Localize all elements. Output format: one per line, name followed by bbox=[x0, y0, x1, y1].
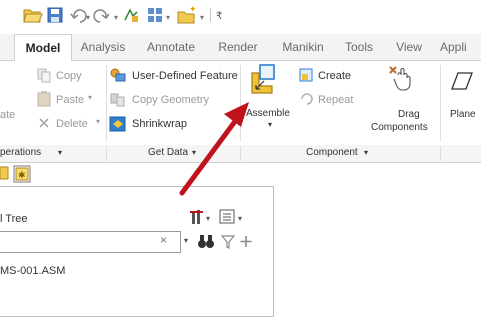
quick-access-icons: ▾ ▾ ▾ ✦ ▾ ₹ bbox=[23, 4, 222, 24]
undo-dropdown-icon[interactable]: ▾ bbox=[86, 13, 90, 22]
search-tools bbox=[198, 235, 252, 249]
save-icon[interactable] bbox=[47, 7, 63, 23]
get-data-dropdown-icon[interactable]: ▾ bbox=[192, 148, 196, 157]
group-divider bbox=[240, 146, 241, 161]
group-divider bbox=[440, 65, 441, 141]
create-icon bbox=[299, 68, 313, 82]
repeat-icon bbox=[301, 93, 313, 105]
tab-render[interactable]: Render bbox=[208, 34, 268, 60]
shrinkwrap-icon bbox=[109, 116, 126, 132]
tab-view[interactable]: View bbox=[386, 34, 432, 60]
paste-dropdown-icon[interactable]: ▾ bbox=[88, 93, 92, 102]
tree-tools-icon[interactable] bbox=[190, 210, 203, 224]
ribbon-panel: Copy Paste ▾ Delete ▾ ate User-Defined F… bbox=[0, 61, 481, 146]
paste-button[interactable]: Paste bbox=[56, 94, 84, 106]
group-divider bbox=[240, 65, 241, 141]
component-group-label[interactable]: Component bbox=[306, 147, 358, 158]
shrinkwrap-button[interactable]: Shrinkwrap bbox=[132, 118, 187, 130]
redo-icon[interactable] bbox=[93, 9, 110, 23]
tab-analysis[interactable]: Analysis bbox=[72, 34, 134, 60]
folder-tab-icon[interactable] bbox=[0, 166, 9, 180]
delete-icon bbox=[39, 118, 49, 128]
customize-qat-icon[interactable]: ₹ bbox=[216, 11, 222, 22]
group-divider bbox=[106, 65, 107, 141]
undo-icon[interactable] bbox=[70, 9, 87, 23]
tab-annotate[interactable]: Annotate bbox=[138, 34, 204, 60]
svg-text:✦: ✦ bbox=[189, 4, 197, 14]
svg-text:✱: ✱ bbox=[18, 170, 26, 180]
model-tree-root-item[interactable]: MS-001.ASM bbox=[0, 265, 65, 277]
new-file-icon[interactable]: ✦ bbox=[177, 4, 197, 24]
regenerate-icon[interactable] bbox=[124, 8, 138, 22]
assemble-icon[interactable] bbox=[248, 63, 292, 103]
operations-group-label[interactable]: perations bbox=[0, 147, 41, 158]
delete-button[interactable]: Delete bbox=[56, 118, 88, 130]
copy-button[interactable]: Copy bbox=[56, 70, 82, 82]
group-divider bbox=[106, 146, 107, 161]
get-data-group-label[interactable]: Get Data bbox=[148, 147, 188, 158]
quick-access-toolbar: ▾ ▾ ▾ ✦ ▾ ₹ bbox=[0, 0, 481, 34]
user-defined-feature-button[interactable]: User-Defined Feature bbox=[132, 70, 238, 82]
plane-icon[interactable] bbox=[446, 69, 474, 93]
model-tree-search-input[interactable] bbox=[0, 231, 181, 253]
delete-dropdown-icon[interactable]: ▾ bbox=[96, 117, 100, 126]
user-defined-feature-icon bbox=[110, 68, 126, 82]
component-small-icons bbox=[299, 68, 313, 105]
group-divider bbox=[440, 146, 441, 161]
windows-icon[interactable] bbox=[148, 8, 162, 22]
redo-dropdown-icon[interactable]: ▾ bbox=[114, 13, 118, 22]
operations-dropdown-icon[interactable]: ▾ bbox=[58, 148, 62, 157]
navigator-tabs: ✱ bbox=[0, 165, 31, 183]
assemble-button[interactable]: Assemble bbox=[246, 108, 290, 119]
copy-geometry-icon bbox=[110, 93, 125, 107]
tab-tools[interactable]: Tools bbox=[336, 34, 382, 60]
new-file-dropdown-icon[interactable]: ▾ bbox=[200, 13, 204, 22]
plane-button[interactable]: Plane bbox=[450, 109, 476, 120]
binoculars-icon[interactable] bbox=[198, 235, 214, 248]
ribbon-tab-bar: Model Analysis Annotate Render Manikin T… bbox=[0, 34, 481, 62]
component-dropdown-icon[interactable]: ▾ bbox=[364, 148, 368, 157]
windows-dropdown-icon[interactable]: ▾ bbox=[166, 13, 170, 22]
drag-components-icon[interactable] bbox=[386, 63, 416, 93]
tree-tools-dropdown-icon[interactable]: ▾ bbox=[206, 214, 210, 223]
repeat-button[interactable]: Repeat bbox=[318, 94, 353, 106]
paste-icon bbox=[37, 91, 51, 107]
tab-applications[interactable]: Appli bbox=[440, 34, 481, 60]
model-tree-header-tools: ▾ ▾ bbox=[190, 209, 242, 224]
create-button[interactable]: Create bbox=[318, 70, 351, 82]
tab-manikin[interactable]: Manikin bbox=[272, 34, 334, 60]
tab-model[interactable]: Model bbox=[14, 34, 72, 62]
add-icon[interactable] bbox=[240, 236, 252, 247]
assemble-dropdown-icon[interactable]: ▾ bbox=[268, 120, 272, 129]
search-dropdown-icon[interactable]: ▾ bbox=[184, 236, 188, 245]
show-menu-icon[interactable] bbox=[219, 209, 235, 224]
clear-search-icon[interactable]: × bbox=[160, 233, 167, 247]
filter-icon[interactable] bbox=[220, 235, 236, 249]
open-folder-icon[interactable] bbox=[23, 9, 43, 23]
drag-components-label-line1[interactable]: Drag bbox=[398, 109, 420, 120]
drag-components-label-line2[interactable]: Components bbox=[371, 122, 428, 133]
model-tree-title: l Tree bbox=[0, 213, 28, 225]
ribbon-group-labels: perations ▾ Get Data ▾ Component ▾ bbox=[0, 145, 481, 163]
qat-separator bbox=[210, 8, 211, 22]
show-menu-dropdown-icon[interactable]: ▾ bbox=[238, 214, 242, 223]
copy-geometry-button[interactable]: Copy Geometry bbox=[132, 94, 209, 106]
ribbon-partial-label: ate bbox=[0, 109, 16, 121]
clipboard-icons bbox=[37, 68, 51, 128]
copy-icon bbox=[37, 68, 51, 83]
favorites-tab-icon[interactable]: ✱ bbox=[13, 165, 31, 183]
get-data-icons bbox=[109, 68, 126, 132]
